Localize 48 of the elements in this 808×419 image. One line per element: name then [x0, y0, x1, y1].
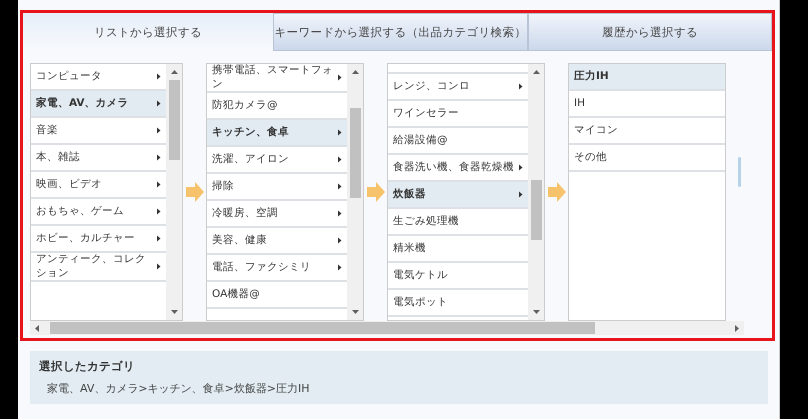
scroll-up-icon[interactable]	[532, 70, 540, 74]
caret-icon	[518, 83, 524, 90]
vertical-scrollbar[interactable]	[347, 64, 363, 320]
category-path: 家電、AV、カメラ>キッチン、食卓>炊飯器>圧力IH	[47, 381, 311, 396]
caret-icon	[156, 154, 162, 161]
caret-icon	[156, 181, 162, 188]
caret-icon	[337, 264, 343, 272]
scroll-down-icon[interactable]	[532, 310, 540, 314]
panel-title: 選択したカテゴリ	[39, 359, 136, 374]
caret-icon	[337, 74, 343, 82]
arrow-icon	[366, 182, 384, 202]
caret-icon	[156, 263, 162, 270]
scroll-up-icon[interactable]	[352, 70, 358, 74]
list-item[interactable]: マイコン	[569, 118, 725, 145]
list-item[interactable]: その他	[569, 145, 725, 172]
scroll-down-icon[interactable]	[170, 310, 178, 314]
caret-icon	[518, 164, 524, 171]
tab[interactable]: 履歴から選択する	[528, 13, 772, 51]
caret-icon	[156, 127, 162, 134]
arrow-icon	[548, 182, 566, 202]
caret-icon	[156, 235, 162, 242]
caret-icon	[156, 208, 162, 215]
horizontal-scrollbar[interactable]	[30, 321, 744, 335]
scroll-down-icon[interactable]	[352, 310, 358, 314]
list-item[interactable]: キッチン、食卓	[207, 120, 347, 148]
vertical-scrollbar[interactable]	[528, 64, 544, 320]
scroll-right-icon[interactable]	[735, 324, 739, 332]
caret-icon	[337, 129, 343, 136]
caret-icon	[337, 210, 343, 218]
list-item[interactable]: IH	[569, 91, 725, 118]
scroll-up-icon[interactable]	[170, 70, 178, 74]
resize-handle[interactable]	[738, 157, 741, 187]
caret-icon	[337, 237, 343, 244]
tab[interactable]: キーワードから選択する（出品カテゴリ検索）	[273, 13, 528, 51]
caret-icon	[337, 156, 343, 164]
caret-icon	[156, 100, 162, 107]
caret-icon	[156, 73, 162, 80]
caret-icon	[337, 183, 343, 190]
scroll-thumb[interactable]	[350, 108, 360, 198]
vertical-scrollbar[interactable]	[166, 64, 182, 320]
scroll-left-icon[interactable]	[35, 324, 39, 332]
scroll-thumb[interactable]	[530, 180, 542, 240]
caret-icon	[518, 191, 524, 198]
arrow-icon	[186, 182, 204, 202]
list-item[interactable]: 炊飯器	[388, 182, 528, 209]
scroll-thumb[interactable]	[168, 80, 180, 160]
list-item[interactable]: 圧力IH	[569, 64, 725, 91]
list-item[interactable]: 家電、AV、カメラ	[31, 91, 166, 118]
